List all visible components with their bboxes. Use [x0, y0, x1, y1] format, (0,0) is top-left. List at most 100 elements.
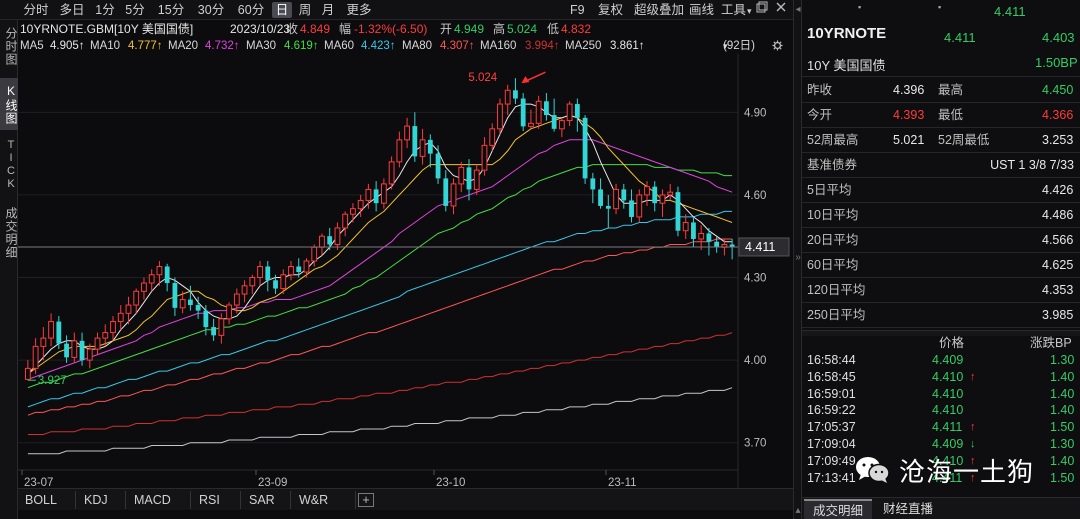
candle-body-up — [110, 321, 116, 334]
ma80-label: MA80 — [402, 40, 433, 52]
f9-button[interactable]: F9 — [570, 2, 585, 18]
overlay-button[interactable]: 超级叠加 — [634, 2, 684, 18]
tick-time: 17:05:37 — [807, 420, 856, 435]
candle-body-down — [187, 299, 193, 306]
pin-icon[interactable]: ▪ — [858, 2, 861, 12]
y-tick-label: 4.00 — [744, 355, 766, 367]
ma-line-ma60 — [27, 210, 733, 408]
avg-value: 4.353 — [1042, 283, 1074, 297]
change-label: 幅 — [339, 22, 352, 36]
ma5-label: MA5 — [20, 40, 44, 52]
candle-body-up — [156, 266, 163, 276]
candle-body-up — [489, 128, 496, 146]
ma-line-ma20 — [27, 139, 733, 380]
candle-body-up — [698, 232, 705, 240]
indicator-tab-kdj[interactable]: KDJ — [76, 491, 126, 509]
tick-change: 1.50 — [1050, 420, 1075, 435]
candle-body-down — [427, 139, 433, 154]
collapse-left-icon[interactable]: ◂ — [794, 4, 802, 15]
period-tab-1min[interactable]: 1分 — [93, 2, 117, 18]
quote-symbol: 10YRNOTE — [807, 25, 887, 42]
low-label: 低 — [547, 22, 560, 36]
scroll-up-icon[interactable]: ▴ — [794, 505, 802, 516]
ma10-value: 4.777↑ — [128, 40, 163, 52]
candle-body-up — [458, 166, 465, 185]
adjust-button[interactable]: 复权 — [598, 2, 623, 18]
period-tab-daily[interactable]: 日 — [272, 2, 292, 18]
tick-change: 1.30 — [1050, 437, 1075, 451]
high-value: 5.024 — [507, 22, 538, 36]
candle-body-up — [311, 246, 318, 262]
ma10-label: MA10 — [90, 40, 121, 52]
candle-body-up — [396, 139, 403, 163]
candle-body-up — [40, 337, 47, 347]
panel-splitter[interactable]: ◂ » ▴ — [793, 0, 802, 519]
kline-chart[interactable]: 4.90 4.60 4.30 4.00 3.70 23-07 23-09 23-10 23-11… — [18, 54, 793, 488]
indicator-tab-wr[interactable]: W&R — [291, 491, 356, 509]
close-icon[interactable] — [775, 1, 787, 16]
candle-body-up — [319, 235, 325, 248]
watermark-text: 沧海一土狗 — [899, 457, 1035, 488]
candle-body-up — [481, 144, 488, 171]
avg-label: 60日平均 — [807, 258, 859, 272]
candle-body-down — [691, 222, 696, 239]
avg-value: 4.486 — [1042, 208, 1074, 222]
candle-body-up — [404, 125, 410, 141]
indicator-tab-bar: BOLL KDJ MACD RSI SAR W&R + — [18, 488, 793, 510]
candle-body-up — [613, 188, 619, 210]
alert-icon[interactable]: ▪ — [938, 2, 941, 12]
candle-body-up — [473, 169, 480, 190]
expand-right-icon[interactable]: » — [794, 252, 802, 263]
resize-strip[interactable] — [18, 510, 793, 519]
period-tab-more[interactable]: 更多 — [345, 2, 373, 18]
candle-body-down — [273, 280, 278, 289]
side-tab-trade-detail[interactable]: 成交明细 — [0, 200, 18, 266]
indicator-tab-boll[interactable]: BOLL — [18, 491, 76, 509]
candle-body-down — [551, 115, 557, 129]
period-tab-weekly[interactable]: 周 — [297, 2, 313, 18]
prev-close-label: 昨收 — [807, 83, 833, 97]
add-indicator-button[interactable]: + — [358, 493, 374, 507]
period-tab-monthly[interactable]: 月 — [320, 2, 336, 18]
tab-finance-live[interactable]: 财经直播 — [874, 499, 942, 519]
ma250-value: 3.861↑ — [610, 40, 645, 52]
ma20-value: 4.732↑ — [205, 40, 240, 52]
side-tab-tick[interactable]: TICK — [0, 134, 18, 196]
tab-trade-detail[interactable]: 成交明细 — [804, 499, 872, 519]
period-tab-60min[interactable]: 60分 — [235, 2, 267, 18]
avg-label: 250日平均 — [807, 308, 866, 322]
x-tick-label: 23-09 — [258, 477, 287, 488]
tick-header-price: 价格 — [939, 336, 965, 350]
candle-body-up — [141, 282, 147, 292]
candle-body-up — [218, 318, 225, 336]
indicator-tab-rsi[interactable]: RSI — [191, 491, 241, 509]
ma250-label: MA250 — [565, 40, 602, 52]
side-tab-intraday[interactable]: 分时图 — [0, 20, 18, 72]
indicator-tab-macd[interactable]: MACD — [126, 491, 191, 509]
period-tab-30min[interactable]: 30分 — [195, 2, 227, 18]
tick-time: 16:58:44 — [807, 353, 856, 367]
window-restore-icon[interactable] — [756, 1, 768, 16]
side-tab-strip: 分时图 K线图 TICK 成交明细 — [0, 20, 18, 519]
draw-line-button[interactable]: 画线 — [689, 2, 714, 18]
avg-row: 60日平均 4.625 — [802, 253, 1080, 278]
candle-body-up — [86, 348, 93, 361]
w52-low-label: 52周最低 — [938, 133, 990, 147]
period-tab-15min[interactable]: 15分 — [155, 2, 187, 18]
close-value: 4.849 — [300, 22, 331, 36]
tools-menu-button[interactable]: 工具▾ — [721, 2, 752, 18]
candle-body-down — [513, 90, 518, 99]
indicator-tab-sar[interactable]: SAR — [241, 491, 291, 509]
avg-row: 120日平均 4.353 — [802, 278, 1080, 303]
side-tab-kline[interactable]: K线图 — [0, 78, 18, 130]
period-tab-5min[interactable]: 5分 — [123, 2, 147, 18]
period-tab-multiday[interactable]: 多日 — [58, 2, 86, 18]
ma-line-ma250 — [27, 387, 733, 455]
candle-body-up — [94, 337, 101, 350]
ma60-label: MA60 — [324, 40, 355, 52]
candle-body-up — [303, 260, 310, 273]
avg-label: 10日平均 — [807, 208, 859, 222]
candle-body-down — [211, 327, 217, 336]
candle-body-down — [621, 189, 627, 201]
period-tab-intraday[interactable]: 分时 — [22, 2, 50, 18]
